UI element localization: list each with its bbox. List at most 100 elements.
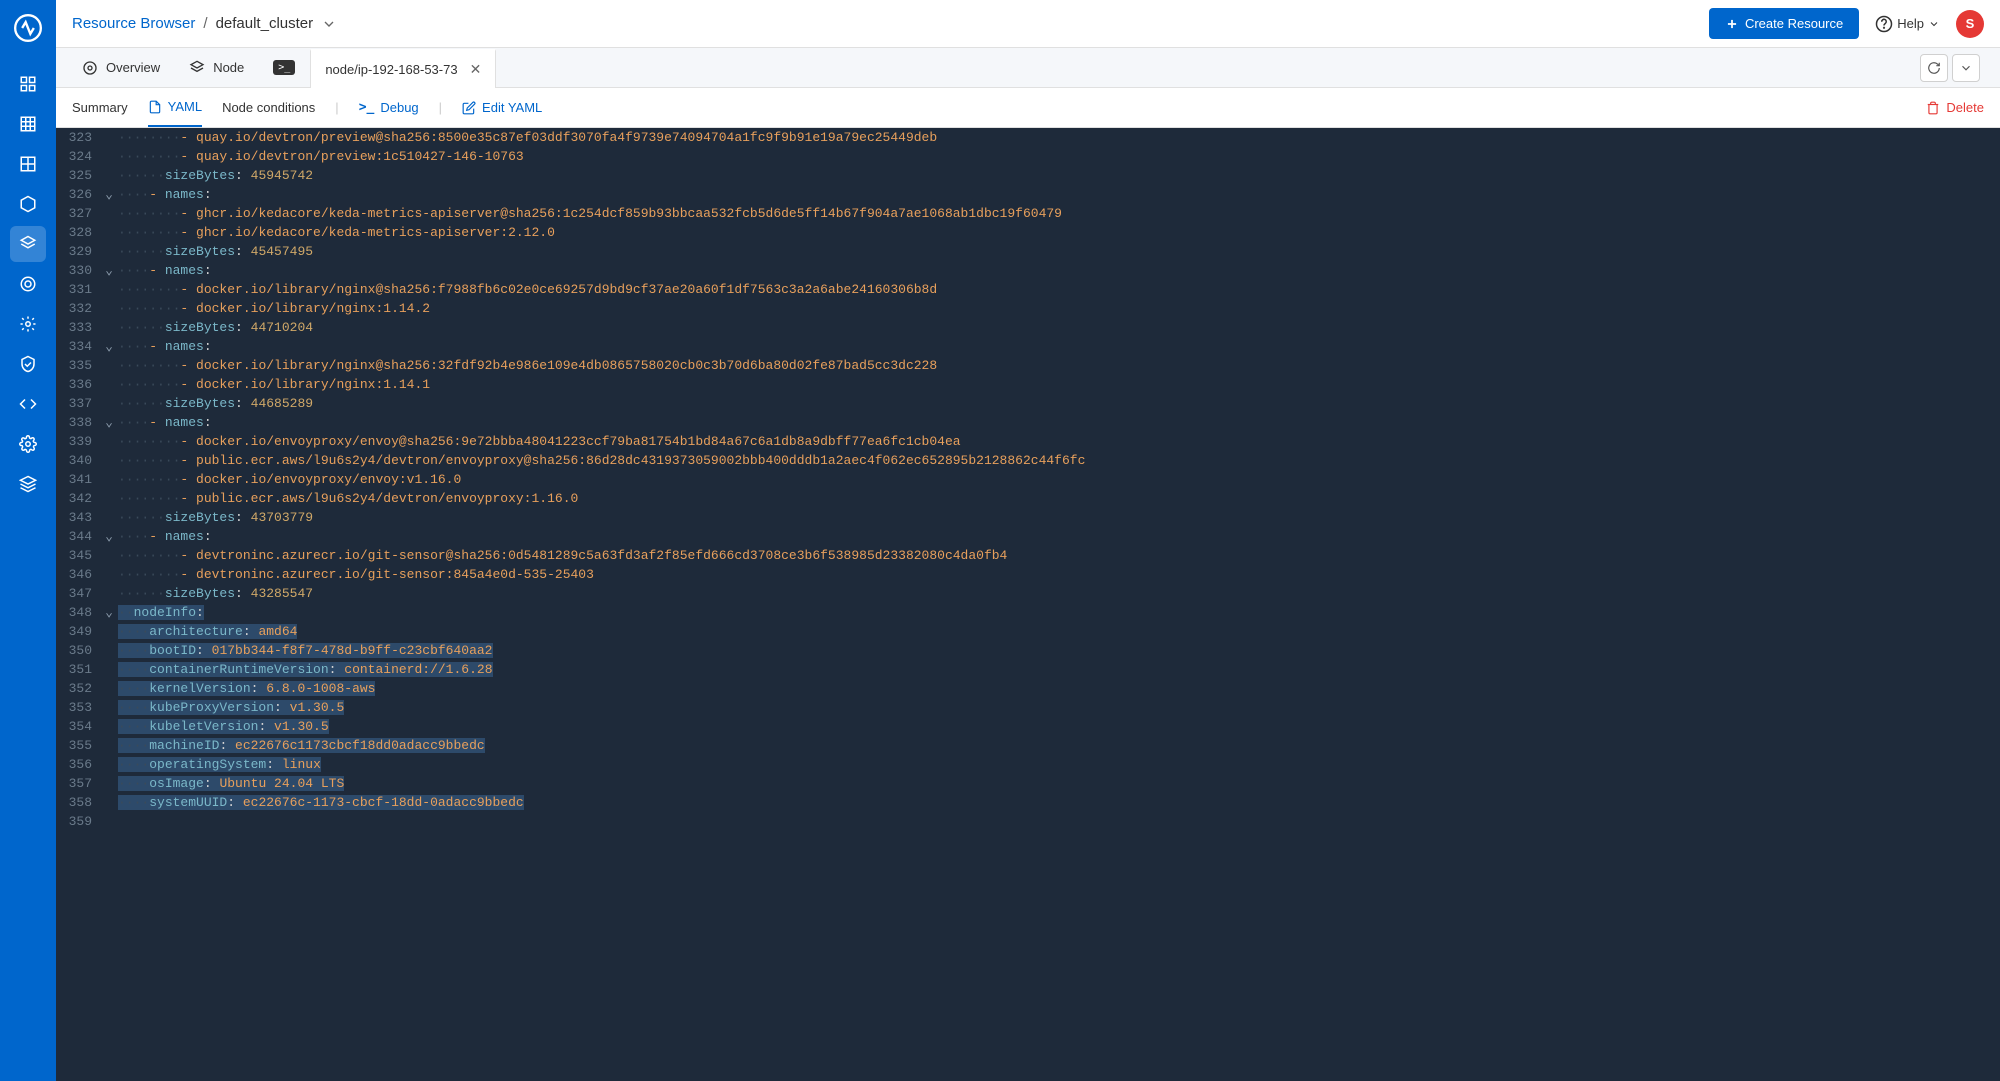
code-content: ····machineID: ec22676c1173cbcf18dd0adac… <box>118 736 2000 755</box>
avatar[interactable]: S <box>1956 10 1984 38</box>
sub-tab-edit-yaml[interactable]: Edit YAML <box>462 88 542 127</box>
sidebar-item-grid[interactable] <box>10 106 46 142</box>
code-content: ········- ghcr.io/kedacore/keda-metrics-… <box>118 204 2000 223</box>
breadcrumb: Resource Browser / default_cluster <box>72 15 337 32</box>
editor-line[interactable]: 325······sizeBytes: 45945742 <box>56 166 2000 185</box>
code-content: ····bootID: 017bb344-f8f7-478d-b9ff-c23c… <box>118 641 2000 660</box>
editor-line[interactable]: 331········- docker.io/library/nginx@sha… <box>56 280 2000 299</box>
editor-line[interactable]: 345········- devtroninc.azurecr.io/git-s… <box>56 546 2000 565</box>
sidebar-item-target[interactable] <box>10 266 46 302</box>
fold-icon <box>100 812 118 831</box>
sidebar-item-resource-browser[interactable] <box>10 226 46 262</box>
fold-icon[interactable]: ⌄ <box>100 337 118 356</box>
tab-node-detail[interactable]: node/ip-192-168-53-73 ✕ <box>310 49 496 88</box>
fold-icon[interactable]: ⌄ <box>100 413 118 432</box>
more-button[interactable] <box>1952 54 1980 82</box>
editor-line[interactable]: 339········- docker.io/envoyproxy/envoy@… <box>56 432 2000 451</box>
create-resource-button[interactable]: Create Resource <box>1709 8 1859 39</box>
chevron-down-icon[interactable] <box>321 16 337 32</box>
sidebar-item-gear[interactable] <box>10 306 46 342</box>
sub-tab-yaml-label: YAML <box>168 99 202 114</box>
line-number: 339 <box>56 432 100 451</box>
sidebar-item-code[interactable] <box>10 386 46 422</box>
sub-tab-yaml[interactable]: YAML <box>148 88 202 127</box>
editor-line[interactable]: 359 <box>56 812 2000 831</box>
line-number: 340 <box>56 451 100 470</box>
editor-line[interactable]: 355····machineID: ec22676c1173cbcf18dd0a… <box>56 736 2000 755</box>
app-logo[interactable] <box>10 10 46 46</box>
line-number: 336 <box>56 375 100 394</box>
editor-line[interactable]: 358····systemUUID: ec22676c-1173-cbcf-18… <box>56 793 2000 812</box>
fold-icon <box>100 698 118 717</box>
fold-icon <box>100 356 118 375</box>
editor-line[interactable]: 338⌄····- names: <box>56 413 2000 432</box>
editor-line[interactable]: 341········- docker.io/envoyproxy/envoy:… <box>56 470 2000 489</box>
editor-line[interactable]: 324········- quay.io/devtron/preview:1c5… <box>56 147 2000 166</box>
editor-line[interactable]: 357····osImage: Ubuntu 24.04 LTS <box>56 774 2000 793</box>
editor-line[interactable]: 348⌄··nodeInfo: <box>56 603 2000 622</box>
editor-line[interactable]: 330⌄····- names: <box>56 261 2000 280</box>
editor-line[interactable]: 347······sizeBytes: 43285547 <box>56 584 2000 603</box>
code-content: ········- docker.io/library/nginx@sha256… <box>118 356 2000 375</box>
help-label: Help <box>1897 16 1924 31</box>
editor-line[interactable]: 327········- ghcr.io/kedacore/keda-metri… <box>56 204 2000 223</box>
editor-line[interactable]: 354····kubeletVersion: v1.30.5 <box>56 717 2000 736</box>
sidebar-item-charts[interactable] <box>10 186 46 222</box>
fold-icon[interactable]: ⌄ <box>100 603 118 622</box>
editor-line[interactable]: 346········- devtroninc.azurecr.io/git-s… <box>56 565 2000 584</box>
fold-icon <box>100 451 118 470</box>
fold-icon[interactable]: ⌄ <box>100 261 118 280</box>
help-button[interactable]: Help <box>1875 15 1940 33</box>
tab-terminal[interactable]: >_ <box>259 48 310 87</box>
code-content: ····architecture: amd64 <box>118 622 2000 641</box>
sub-tab-debug-label: Debug <box>380 100 418 115</box>
editor-line[interactable]: 337······sizeBytes: 44685289 <box>56 394 2000 413</box>
tab-node[interactable]: Node <box>175 48 259 87</box>
delete-button[interactable]: Delete <box>1926 100 1984 115</box>
editor-line[interactable]: 328········- ghcr.io/kedacore/keda-metri… <box>56 223 2000 242</box>
line-number: 334 <box>56 337 100 356</box>
editor-line[interactable]: 335········- docker.io/library/nginx@sha… <box>56 356 2000 375</box>
editor-line[interactable]: 353····kubeProxyVersion: v1.30.5 <box>56 698 2000 717</box>
editor-line[interactable]: 332········- docker.io/library/nginx:1.1… <box>56 299 2000 318</box>
close-icon[interactable]: ✕ <box>470 61 482 78</box>
sub-tab-debug[interactable]: >_ Debug <box>359 88 419 127</box>
sidebar-item-settings[interactable] <box>10 426 46 462</box>
editor-line[interactable]: 344⌄····- names: <box>56 527 2000 546</box>
line-number: 338 <box>56 413 100 432</box>
fold-icon[interactable]: ⌄ <box>100 185 118 204</box>
line-number: 346 <box>56 565 100 584</box>
fold-icon[interactable]: ⌄ <box>100 527 118 546</box>
sidebar-item-shield[interactable] <box>10 346 46 382</box>
code-content: ········- quay.io/devtron/preview:1c5104… <box>118 147 2000 166</box>
editor-line[interactable]: 326⌄····- names: <box>56 185 2000 204</box>
line-number: 337 <box>56 394 100 413</box>
terminal-icon: >_ <box>359 100 375 115</box>
editor-line[interactable]: 352····kernelVersion: 6.8.0-1008-aws <box>56 679 2000 698</box>
editor-line[interactable]: 343······sizeBytes: 43703779 <box>56 508 2000 527</box>
sub-tab-summary[interactable]: Summary <box>72 88 128 127</box>
editor-line[interactable]: 349····architecture: amd64 <box>56 622 2000 641</box>
code-content: ····- names: <box>118 527 2000 546</box>
editor-line[interactable]: 333······sizeBytes: 44710204 <box>56 318 2000 337</box>
editor-line[interactable]: 356····operatingSystem: linux <box>56 755 2000 774</box>
editor-line[interactable]: 334⌄····- names: <box>56 337 2000 356</box>
editor-line[interactable]: 323········- quay.io/devtron/preview@sha… <box>56 128 2000 147</box>
refresh-button[interactable] <box>1920 54 1948 82</box>
breadcrumb-root[interactable]: Resource Browser <box>72 15 195 32</box>
sub-tab-node-conditions[interactable]: Node conditions <box>222 88 315 127</box>
editor-line[interactable]: 329······sizeBytes: 45457495 <box>56 242 2000 261</box>
sidebar-item-deployments[interactable] <box>10 146 46 182</box>
editor-line[interactable]: 340········- public.ecr.aws/l9u6s2y4/dev… <box>56 451 2000 470</box>
editor-line[interactable]: 350····bootID: 017bb344-f8f7-478d-b9ff-c… <box>56 641 2000 660</box>
line-number: 353 <box>56 698 100 717</box>
line-number: 347 <box>56 584 100 603</box>
editor-line[interactable]: 351····containerRuntimeVersion: containe… <box>56 660 2000 679</box>
tab-overview[interactable]: Overview <box>68 48 175 87</box>
yaml-editor[interactable]: 323········- quay.io/devtron/preview@sha… <box>56 128 2000 1081</box>
line-number: 356 <box>56 755 100 774</box>
editor-line[interactable]: 342········- public.ecr.aws/l9u6s2y4/dev… <box>56 489 2000 508</box>
editor-line[interactable]: 336········- docker.io/library/nginx:1.1… <box>56 375 2000 394</box>
sidebar-item-stack[interactable] <box>10 466 46 502</box>
sidebar-item-apps[interactable] <box>10 66 46 102</box>
